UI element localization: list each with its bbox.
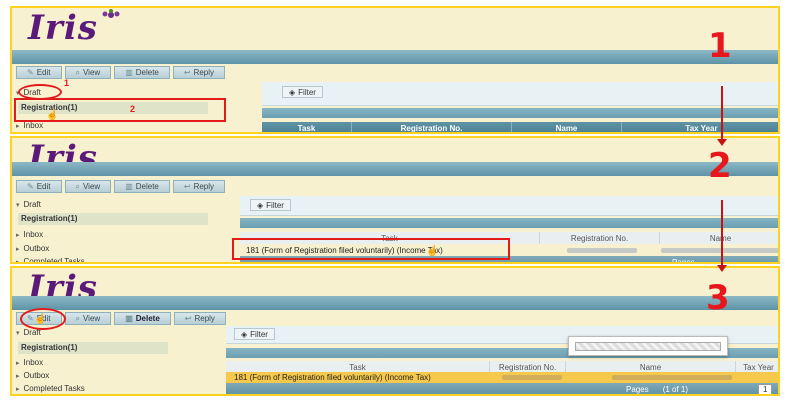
sidebar-item-outbox[interactable]: ▸ Outbox (16, 371, 49, 380)
sidebar-item-inbox[interactable]: ▸ Inbox (16, 358, 43, 367)
filter-icon: ◈ (257, 200, 264, 210)
chevron-down-icon: ▾ (16, 201, 20, 209)
reply-icon: ↩ (183, 68, 191, 77)
redacted-name (612, 375, 732, 380)
magnifier-icon: ⌕ (75, 67, 80, 77)
main-toolbar: ✎ Edit ⌕ View ▥ Delete ↩ Reply (16, 66, 226, 79)
filter-button[interactable]: ◈ Filter (234, 328, 275, 340)
edit-button[interactable]: ✎ Edit (16, 66, 62, 79)
chevron-right-icon: ▸ (16, 258, 20, 264)
chevron-right-icon: ▸ (16, 231, 20, 239)
column-name[interactable]: Name (660, 232, 778, 244)
trash-icon: ▥ (125, 314, 133, 323)
hand-pointer-icon: ☝ (426, 246, 439, 257)
chevron-right-icon: ▸ (16, 372, 20, 380)
task-row-highlight-box (232, 238, 510, 260)
step-number-2: 2 (708, 146, 732, 186)
filter-icon: ◈ (241, 329, 248, 339)
table-header: Task Registration No. Name Tax Year (262, 122, 778, 133)
loading-popup (568, 336, 728, 356)
reply-icon: ↩ (184, 314, 192, 323)
chevron-down-icon: ▾ (16, 329, 20, 337)
content-toolbar (262, 82, 778, 106)
pages-count: (1 of 1) (662, 384, 689, 394)
column-name[interactable]: Name (512, 122, 622, 132)
tutorial-composite: Iris ✎ Edit ⌕ View ▥ Delete ↩ Reply ▾ Draft R… (0, 0, 800, 400)
column-tax-year[interactable]: Tax Year (622, 122, 778, 133)
step-number-1: 1 (708, 26, 732, 66)
column-registration-no[interactable]: Registration No. (540, 232, 660, 244)
view-button[interactable]: ⌕ View (64, 312, 112, 325)
view-button[interactable]: ⌕ View (64, 180, 112, 193)
step-3-screenshot: Iris ✎ Edit ⌕ View ▥ Delete ↩ Reply ▾ Draft R… (10, 266, 780, 396)
callout-number-1: 1 (64, 78, 70, 88)
table-row-selected[interactable]: 181 (Form of Registration filed voluntar… (226, 372, 778, 383)
step-2-screenshot: Iris ✎ Edit ⌕ View ▥ Delete ↩ Reply ▾ Draft R… (10, 136, 780, 264)
iris-logo: Iris (28, 8, 98, 48)
redacted-registration-no (502, 375, 562, 380)
pages-label: Pages (626, 384, 649, 394)
logo-flower-icon (102, 9, 120, 18)
trash-icon: ▥ (125, 68, 133, 77)
content-toolbar (240, 196, 778, 216)
filter-button[interactable]: ◈ Filter (250, 199, 291, 211)
content-band (240, 218, 778, 228)
main-toolbar: ✎ Edit ⌕ View ▥ Delete ↩ Reply (16, 180, 226, 193)
loading-progress-bar (575, 342, 721, 351)
header-band (12, 50, 778, 64)
sidebar-item-outbox[interactable]: ▸ Outbox (16, 244, 49, 253)
sidebar-item-inbox[interactable]: ▸ Inbox (16, 121, 43, 130)
trash-icon: ▥ (125, 182, 133, 191)
hand-pointer-icon: ☝ (46, 110, 59, 121)
sidebar-item-draft[interactable]: ▾ Draft (16, 200, 41, 209)
delete-button[interactable]: ▥ Delete (114, 180, 170, 193)
pages-label: Pages (672, 257, 695, 264)
header-band (12, 296, 778, 310)
sidebar-item-inbox[interactable]: ▸ Inbox (16, 230, 43, 239)
column-registration-no[interactable]: Registration No. (352, 122, 512, 132)
reply-button[interactable]: ↩ Reply (172, 66, 226, 79)
view-button[interactable]: ⌕ View (64, 66, 112, 79)
pagination-bar: Pages (1 of 1) 1 (226, 383, 778, 394)
filter-button[interactable]: ◈ Filter (282, 86, 323, 98)
delete-button[interactable]: ▥ Delete (114, 66, 170, 79)
delete-button[interactable]: ▥ Delete (114, 312, 171, 325)
chevron-right-icon: ▸ (16, 385, 20, 393)
header-band (12, 162, 778, 176)
callout-number-2: 2 (130, 104, 136, 114)
column-task[interactable]: Task (262, 122, 352, 132)
magnifier-icon: ⌕ (75, 181, 80, 191)
chevron-right-icon: ▸ (16, 359, 20, 367)
filter-icon: ◈ (289, 87, 296, 97)
reply-button[interactable]: ↩ Reply (172, 180, 226, 193)
pencil-icon: ✎ (27, 182, 34, 191)
pencil-icon: ✎ (27, 68, 34, 77)
sidebar-item-registration[interactable]: Registration(1) (18, 213, 208, 225)
step-1-screenshot: Iris ✎ Edit ⌕ View ▥ Delete ↩ Reply ▾ Draft R… (10, 6, 780, 134)
sidebar-item-completed-tasks[interactable]: ▸ Completed Tasks (16, 257, 85, 264)
edit-button[interactable]: ✎ Edit (16, 180, 62, 193)
chevron-right-icon: ▸ (16, 122, 20, 130)
hand-pointer-icon: ☝ (34, 314, 47, 325)
sidebar-item-registration[interactable]: Registration(1) (18, 342, 168, 354)
reply-button[interactable]: ↩ Reply (173, 312, 226, 325)
step-number-3: 3 (706, 278, 730, 318)
step-arrow-down-icon (717, 200, 727, 272)
chevron-right-icon: ▸ (16, 245, 20, 253)
sidebar-item-completed-tasks[interactable]: ▸ Completed Tasks (16, 384, 85, 393)
reply-icon: ↩ (183, 182, 191, 191)
redacted-registration-no (566, 247, 637, 253)
magnifier-icon: ⌕ (75, 313, 80, 323)
step-arrow-down-icon (717, 86, 727, 146)
row-task-cell: 181 (Form of Registration filed voluntar… (234, 373, 431, 382)
page-number-input[interactable]: 1 (758, 383, 773, 394)
content-band (262, 108, 778, 118)
